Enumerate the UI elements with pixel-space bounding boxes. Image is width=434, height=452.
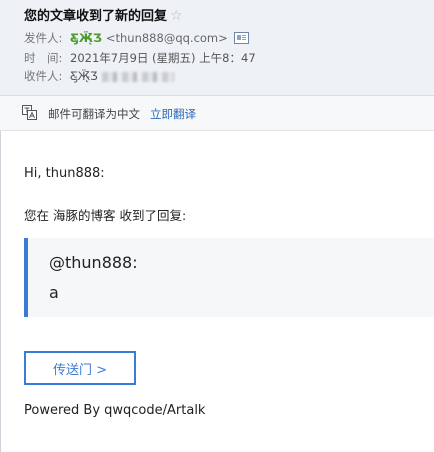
star-icon[interactable]: ☆: [170, 8, 183, 24]
recipient-address-redacted: [101, 71, 174, 82]
subject-text: 您的文章收到了新的回复: [24, 9, 168, 24]
sender-address: <thun888@qq.com>: [105, 31, 228, 45]
time-row: 时 间: 2021年7月9日 (星期五) 上午8：47: [24, 50, 256, 66]
sender-label: 发件人:: [24, 31, 63, 45]
recipient-label: 收件人:: [24, 69, 63, 83]
quote-mention: @thun888:: [49, 253, 138, 272]
translate-icon: [22, 105, 37, 120]
powered-by: Powered By qwqcode/Artalk: [24, 403, 206, 418]
quote-content: a: [49, 283, 59, 302]
greeting: Hi, thun888:: [24, 166, 105, 181]
translate-now-link[interactable]: 立即翻译: [150, 107, 196, 121]
reply-quote: @thun888: a: [24, 238, 434, 317]
portal-button[interactable]: 传送门 >: [24, 351, 136, 385]
email-header: 您的文章收到了新的回复 ☆ 发件人: Ƹ̵̡Ӝ̵̨̄Ʒ <thun888@qq.com…: [0, 0, 434, 96]
translate-bar: 邮件可翻译为中文 立即翻译: [0, 96, 434, 131]
time-label: 时 间:: [24, 51, 63, 65]
time-value: 2021年7月9日 (星期五) 上午8：47: [70, 51, 256, 65]
recipient-row: 收件人: Ƹ̵̡Ӝ̵̨̄Ʒ: [24, 68, 174, 84]
translate-prompt: 邮件可翻译为中文 立即翻译: [48, 106, 196, 122]
reply-info: 您在 海豚的博客 收到了回复:: [24, 208, 187, 223]
email-subject: 您的文章收到了新的回复 ☆: [24, 5, 183, 24]
sender-name[interactable]: Ƹ̵̡Ӝ̵̨̄Ʒ: [70, 31, 102, 45]
sender-row: 发件人: Ƹ̵̡Ӝ̵̨̄Ʒ <thun888@qq.com>: [24, 30, 249, 46]
contact-card-icon[interactable]: [233, 31, 249, 44]
content-left-border: [0, 131, 1, 452]
recipient-name[interactable]: Ƹ̵̡Ӝ̵̨̄Ʒ: [70, 69, 98, 83]
translate-text: 邮件可翻译为中文: [48, 107, 140, 121]
